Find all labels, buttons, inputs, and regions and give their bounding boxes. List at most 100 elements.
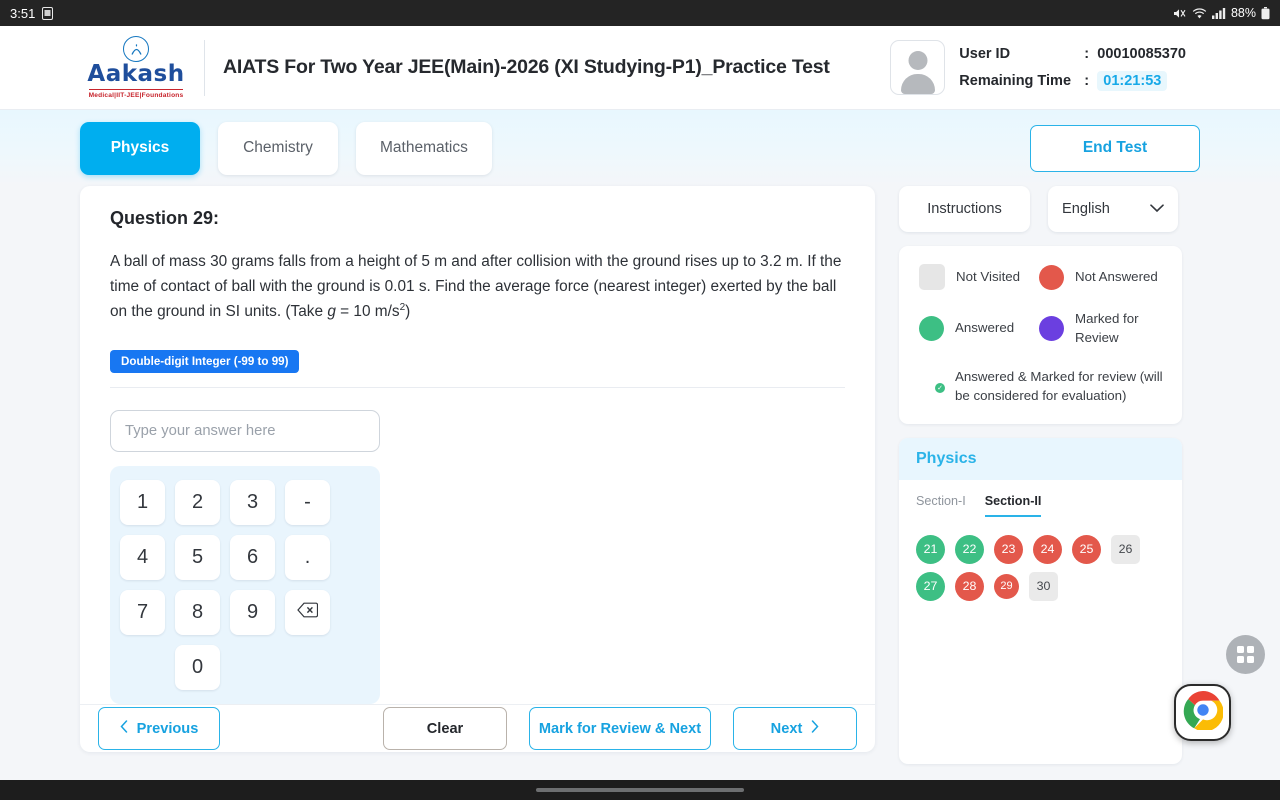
legend-not-answered: Not Answered <box>1039 264 1166 290</box>
tab-physics[interactable]: Physics <box>80 121 200 175</box>
key-3[interactable]: 3 <box>230 480 275 526</box>
question-number-22[interactable]: 22 <box>955 534 984 564</box>
key-9[interactable]: 9 <box>230 590 275 636</box>
keypad-row-3: 7 8 9 <box>120 590 370 636</box>
key-7[interactable]: 7 <box>120 590 165 636</box>
palette-subject-heading: Physics <box>899 437 1182 480</box>
user-info-rows: User ID : 00010085370 Remaining Time : 0… <box>959 41 1186 95</box>
key-2[interactable]: 2 <box>175 480 220 526</box>
question-text-part1: A ball of mass 30 grams falls from a hei… <box>110 253 842 321</box>
question-number-21[interactable]: 21 <box>916 534 945 564</box>
status-bar-left: 3:51 <box>10 6 54 21</box>
battery-percent-label: 88% <box>1230 6 1256 20</box>
end-test-button[interactable]: End Test <box>1030 124 1200 172</box>
tab-mathematics[interactable]: Mathematics <box>356 121 492 175</box>
header-divider <box>204 39 205 96</box>
keypad-spacer-left <box>120 645 165 690</box>
keypad-row-1: 1 2 3 - <box>120 480 370 526</box>
clear-button[interactable]: Clear <box>383 707 507 751</box>
chevron-right-icon <box>811 720 819 737</box>
answer-input[interactable] <box>110 410 380 453</box>
apps-grid-icon <box>1237 646 1254 663</box>
key-minus[interactable]: - <box>285 480 330 526</box>
marked-review-swatch <box>1039 316 1064 342</box>
question-card: Question 29: A ball of mass 30 grams fal… <box>80 186 875 752</box>
next-button-label: Next <box>770 720 803 737</box>
main-content: Question 29: A ball of mass 30 grams fal… <box>0 186 1280 764</box>
remaining-time-row: Remaining Time : 01:21:53 <box>959 68 1186 95</box>
right-panel: Instructions English Not Visited Not Ans… <box>899 186 1182 764</box>
user-id-colon: : <box>1084 46 1090 62</box>
right-panel-top-row: Instructions English <box>899 186 1182 232</box>
key-8[interactable]: 8 <box>175 590 220 636</box>
question-number-29[interactable]: 29 <box>994 573 1019 599</box>
question-palette: Physics Section-I Section-II 21 22 23 24… <box>899 437 1182 764</box>
legend-marked-for-review: Marked for Review <box>1039 310 1166 348</box>
screenshot-icon <box>42 6 54 20</box>
legend-answered: Answered <box>919 310 1039 348</box>
avatar <box>890 40 946 95</box>
key-4[interactable]: 4 <box>120 535 165 581</box>
aakash-logo-tagline: Medical|IIT-JEE|Foundations <box>88 89 184 99</box>
section-tab-2[interactable]: Section-II <box>984 494 1042 517</box>
key-decimal[interactable]: . <box>285 535 330 581</box>
question-footer: Previous Clear Mark for Review & Next Ne… <box>80 704 875 752</box>
section-tabs: Section-I Section-II <box>916 494 1165 517</box>
tab-chemistry[interactable]: Chemistry <box>218 121 338 175</box>
question-number-23[interactable]: 23 <box>994 534 1023 564</box>
backspace-icon <box>297 601 319 624</box>
answered-swatch <box>919 316 944 342</box>
question-body: Question 29: A ball of mass 30 grams fal… <box>80 186 875 705</box>
user-id-label: User ID <box>959 46 1011 62</box>
apps-grid-fab[interactable] <box>1226 635 1265 674</box>
gesture-pill[interactable] <box>536 788 744 792</box>
next-button[interactable]: Next <box>733 707 857 751</box>
question-text: A ball of mass 30 grams falls from a hei… <box>110 249 845 324</box>
key-backspace[interactable] <box>285 590 330 636</box>
chrome-bubble-button[interactable] <box>1174 684 1231 741</box>
key-1[interactable]: 1 <box>120 480 165 526</box>
aakash-logo: Aakash Medical|IIT-JEE|Foundations <box>76 36 196 99</box>
question-number-30[interactable]: 30 <box>1029 571 1058 601</box>
question-number-26[interactable]: 26 <box>1111 534 1140 564</box>
question-number-25[interactable]: 25 <box>1072 534 1101 564</box>
answered-marked-swatch: ✓ <box>919 368 946 394</box>
legend-grid: Not Visited Not Answered Answered Marked… <box>919 264 1166 406</box>
language-select-value: English <box>1062 201 1110 217</box>
question-text-part3: ) <box>405 303 411 321</box>
aakash-emblem-icon <box>123 36 149 62</box>
key-0[interactable]: 0 <box>175 645 220 691</box>
instructions-button[interactable]: Instructions <box>899 186 1030 232</box>
section-tab-1[interactable]: Section-I <box>916 494 966 517</box>
wifi-icon <box>1192 7 1207 20</box>
android-status-bar: 3:51 88% <box>0 0 1280 26</box>
question-number-grid: 21 22 23 24 25 26 27 28 29 30 <box>916 534 1165 601</box>
legend-label-answered: Answered <box>955 320 1015 336</box>
mark-for-review-next-button[interactable]: Mark for Review & Next <box>529 707 711 751</box>
question-number-28[interactable]: 28 <box>955 571 984 601</box>
aakash-logo-text: Aakash <box>87 61 185 87</box>
chrome-icon <box>1183 690 1224 735</box>
subject-tabs: Physics Chemistry Mathematics <box>80 121 492 175</box>
question-title: Question 29: <box>110 208 220 228</box>
not-answered-swatch <box>1039 264 1064 290</box>
chevron-left-icon <box>120 720 128 737</box>
signal-icon <box>1211 7 1226 20</box>
keypad-spacer-far-right <box>285 645 330 690</box>
language-select[interactable]: English <box>1048 186 1178 232</box>
legend-label-answered-marked: Answered & Marked for review (will be co… <box>955 368 1163 403</box>
android-nav-bar <box>0 780 1280 800</box>
keypad-row-2: 4 5 6 . <box>120 535 370 581</box>
legend-label-marked-review: Marked for Review <box>1075 311 1139 345</box>
question-number-24[interactable]: 24 <box>1033 534 1062 564</box>
previous-button[interactable]: Previous <box>98 707 220 751</box>
legend-label-not-answered: Not Answered <box>1075 268 1158 284</box>
subject-tab-strip: Physics Chemistry Mathematics End Test <box>0 110 1280 186</box>
key-6[interactable]: 6 <box>230 535 275 581</box>
question-number-27[interactable]: 27 <box>916 571 945 601</box>
remaining-time-value: 01:21:53 <box>1097 71 1168 91</box>
check-badge-icon: ✓ <box>934 381 946 394</box>
key-5[interactable]: 5 <box>175 535 220 581</box>
battery-icon <box>1261 6 1270 20</box>
legend-panel: Not Visited Not Answered Answered Marked… <box>899 246 1182 424</box>
